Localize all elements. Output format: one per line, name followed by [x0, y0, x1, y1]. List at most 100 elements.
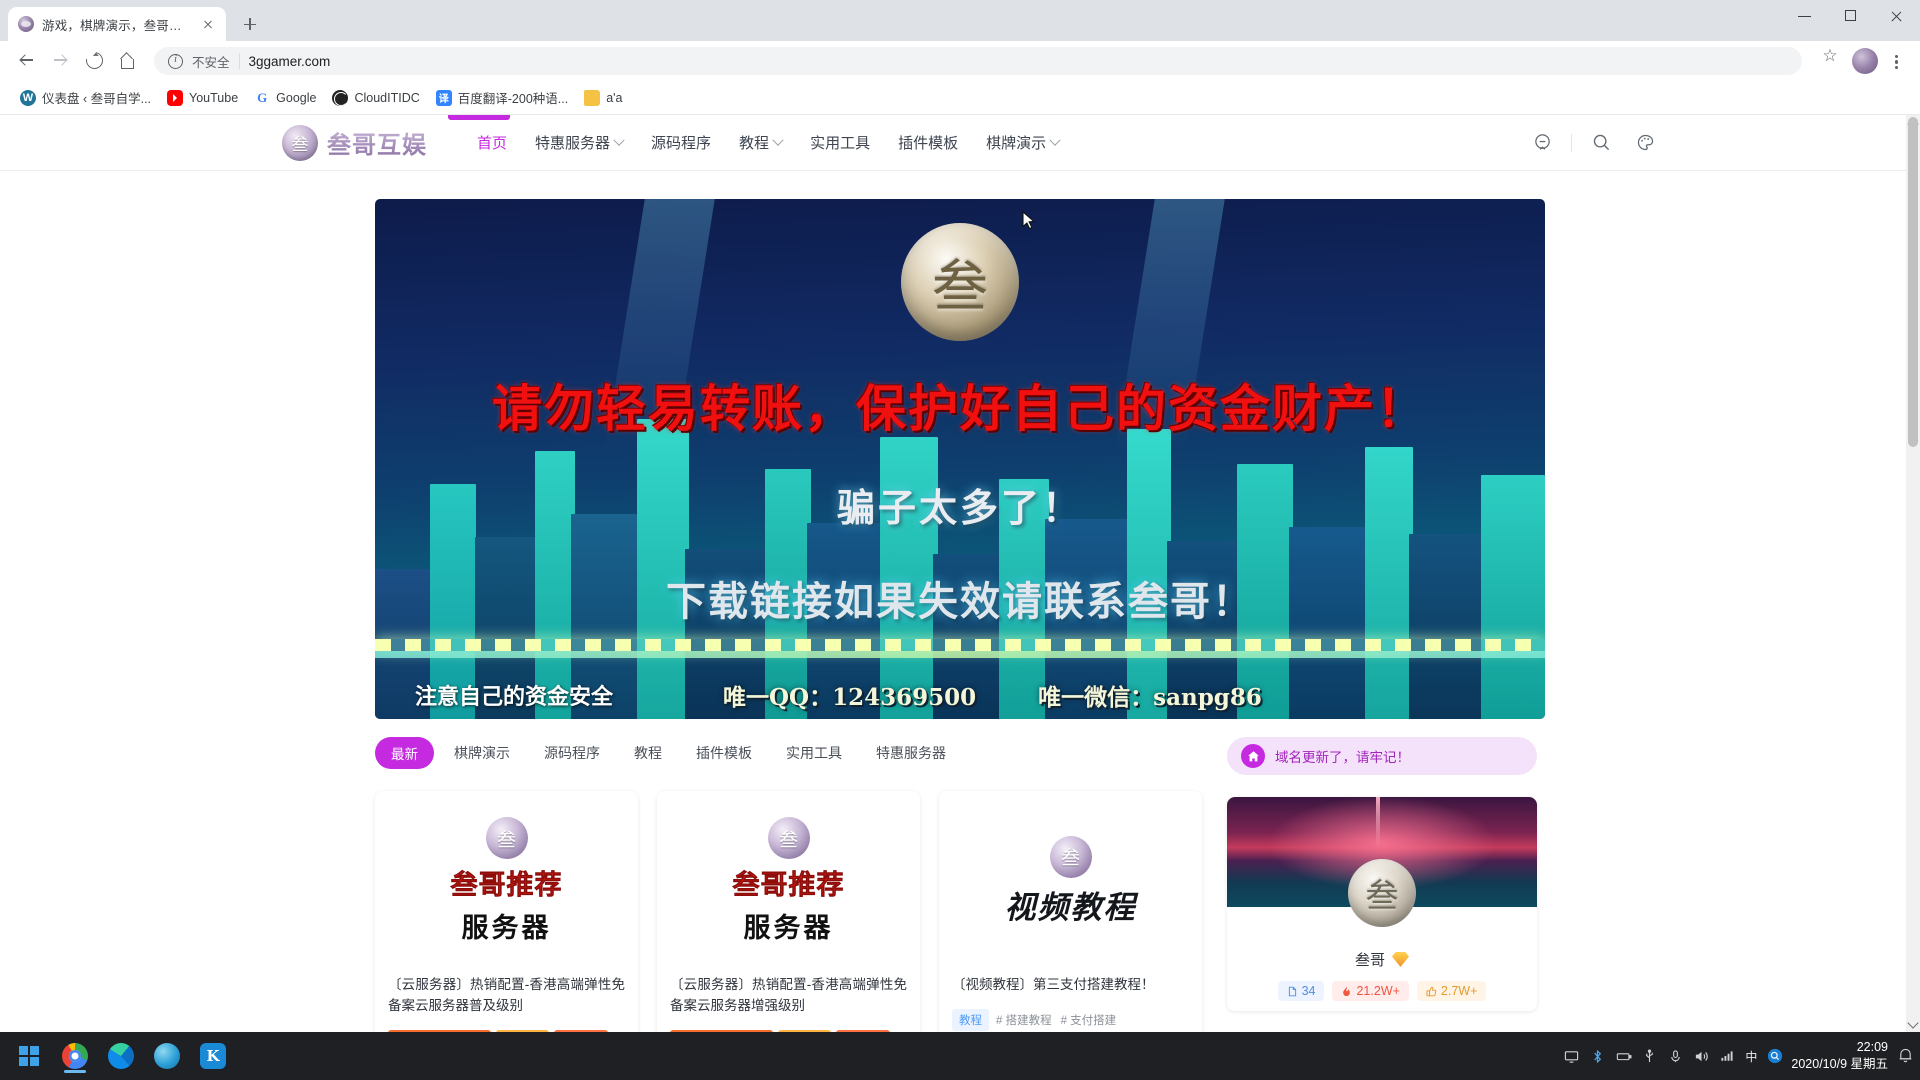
volume-icon[interactable]	[1693, 1048, 1710, 1065]
close-window-button[interactable]	[1874, 0, 1920, 32]
theme-palette-icon[interactable]	[1630, 128, 1660, 158]
battery-icon[interactable]	[1615, 1048, 1632, 1065]
nav-item-home[interactable]: 首页	[463, 124, 521, 161]
bookmark-label: a'a	[606, 90, 623, 105]
page-content: 叁 请勿轻易转账，保护好自己的资金财产！ 骗子太多了！ 下载链接如果失效请联系叁…	[0, 199, 1920, 1032]
bookmark-item[interactable]: CloudITIDC	[324, 86, 427, 110]
scroll-down-icon[interactable]	[1907, 1017, 1919, 1029]
profile-avatar[interactable]	[1852, 48, 1878, 74]
banner-footer-warning: 注意自己的资金安全	[415, 684, 614, 709]
nav-label: 棋牌演示	[986, 135, 1047, 152]
nav-item-source[interactable]: 源码程序	[637, 124, 725, 161]
card-thumb-line1: 叁哥推荐	[732, 870, 845, 902]
nav-label: 实用工具	[810, 135, 871, 152]
page-scrollbar[interactable]	[1906, 115, 1920, 1032]
card-title[interactable]: 〔云服务器〕热销配置-香港高端弹性免备案云服务器增强级别	[670, 975, 907, 1017]
edge-taskbar-icon[interactable]	[98, 1036, 144, 1076]
post-card[interactable]: 叁 叁哥推荐 服务器 〔云服务器〕热销配置-香港高端弹性免备案云服务器普及级别 …	[375, 791, 638, 1032]
bookmark-item[interactable]: G Google	[246, 86, 324, 110]
new-tab-button[interactable]	[236, 10, 264, 38]
stat-value: 2.7W+	[1440, 984, 1478, 998]
taskbar-clock[interactable]: 22:09 2020/10/9 星期五	[1791, 1039, 1898, 1073]
card-thumb-line2: 服务器	[461, 913, 552, 944]
filter-tab-latest[interactable]: 最新	[375, 737, 434, 769]
nav-item-plugins[interactable]: 插件模板	[884, 124, 972, 161]
app-blue-taskbar-icon[interactable]	[144, 1036, 190, 1076]
chevron-down-icon	[613, 134, 625, 146]
notice-banner[interactable]: 域名更新了，请牢记！	[1227, 737, 1537, 775]
close-icon[interactable]	[200, 16, 216, 32]
maximize-button[interactable]	[1828, 0, 1874, 32]
filter-tab-plugins[interactable]: 插件模板	[682, 737, 766, 769]
post-card[interactable]: 叁 视频教程 〔视频教程〕第三支付搭建教程！ 教程 # 搭建教程 # 支付搭建	[939, 791, 1202, 1032]
search-icon[interactable]	[1586, 128, 1616, 158]
usb-icon[interactable]	[1641, 1048, 1658, 1065]
message-icon[interactable]	[1527, 128, 1557, 158]
bluetooth-icon[interactable]	[1589, 1048, 1606, 1065]
stat-posts: 34	[1277, 981, 1325, 1001]
filter-tab-chess-demo[interactable]: 棋牌演示	[440, 737, 524, 769]
chrome-menu-button[interactable]	[1882, 47, 1910, 75]
scrollbar-thumb[interactable]	[1908, 117, 1918, 447]
back-button[interactable]	[10, 45, 42, 77]
tab-title: 游戏，棋牌演示，叁哥互娱	[42, 18, 192, 33]
tag-category[interactable]: 教程	[952, 1008, 989, 1031]
tag-hashtag[interactable]: # 搭建教程	[994, 1009, 1054, 1031]
search-round-icon[interactable]	[1766, 1048, 1783, 1065]
chevron-down-icon	[1049, 134, 1061, 146]
home-button[interactable]	[112, 45, 144, 77]
network-icon[interactable]	[1719, 1048, 1736, 1065]
filter-label: 最新	[391, 747, 418, 762]
filter-tab-servers[interactable]: 特惠服务器	[862, 737, 960, 769]
address-bar[interactable]: 不安全 3ggamer.com	[154, 47, 1802, 75]
reload-button[interactable]	[78, 45, 110, 77]
filter-tab-tutorials[interactable]: 教程	[620, 737, 676, 769]
bookmark-label: Google	[276, 90, 317, 105]
monitor-icon[interactable]	[1563, 1048, 1580, 1065]
nav-item-servers[interactable]: 特惠服务器	[521, 124, 637, 161]
forward-button[interactable]	[44, 45, 76, 77]
bookmark-item[interactable]: YouTube	[159, 86, 246, 110]
bookmark-star-icon[interactable]	[1816, 46, 1844, 75]
nav-label: 插件模板	[898, 135, 959, 152]
window-controls	[1782, 0, 1920, 41]
ime-cn-label[interactable]: 中	[1745, 1048, 1757, 1065]
notification-icon[interactable]	[1898, 1048, 1914, 1064]
site-logo[interactable]: 叁 叁哥互娱	[282, 124, 427, 161]
nav-item-tools[interactable]: 实用工具	[796, 124, 884, 161]
hero-banner[interactable]: 叁 请勿轻易转账，保护好自己的资金财产！ 骗子太多了！ 下载链接如果失效请联系叁…	[375, 199, 1545, 719]
k-app-taskbar-icon[interactable]: K	[190, 1036, 236, 1076]
nav-label: 特惠服务器	[535, 135, 611, 152]
main-column: 最新 棋牌演示 源码程序 教程 插件模板 实用工具 特惠服务器 叁 叁哥推荐 服…	[375, 737, 1203, 1032]
card-title[interactable]: 〔视频教程〕第三支付搭建教程！	[952, 975, 1189, 996]
url-text: 3ggamer.com	[248, 53, 331, 69]
nav-item-tutorials[interactable]: 教程	[725, 124, 796, 161]
bookmark-item[interactable]: 译 百度翻译-200种语...	[428, 84, 576, 111]
post-card[interactable]: 叁 叁哥推荐 服务器 〔云服务器〕热销配置-香港高端弹性免备案云服务器增强级别 …	[657, 791, 920, 1032]
google-icon: G	[254, 89, 271, 106]
banner-subtext: 骗子太多了！	[836, 488, 1083, 530]
microphone-icon[interactable]	[1667, 1048, 1684, 1065]
filter-tab-tools[interactable]: 实用工具	[772, 737, 856, 769]
browser-tab[interactable]: 游戏，棋牌演示，叁哥互娱	[8, 7, 226, 41]
minimize-button[interactable]	[1782, 0, 1828, 32]
filter-tab-source[interactable]: 源码程序	[530, 737, 614, 769]
card-body: 〔云服务器〕热销配置-香港高端弹性免备案云服务器普及级别 付费阅读 G币358 …	[375, 963, 638, 1032]
clock-date: 2020/10/9 星期五	[1791, 1057, 1888, 1071]
card-thumb-line2: 服务器	[743, 913, 834, 944]
bookmark-item[interactable]: W 仪表盘 ‹ 叁哥自学...	[12, 84, 159, 111]
card-emblem-icon: 叁	[767, 817, 810, 859]
windows-start-icon[interactable]	[6, 1036, 52, 1076]
bookmark-label: YouTube	[189, 90, 239, 105]
bookmark-label: 百度翻译-200种语...	[457, 92, 569, 106]
nav-item-chess-demo[interactable]: 棋牌演示	[972, 124, 1073, 161]
bookmark-item[interactable]: a'a	[576, 86, 630, 110]
notice-text: 域名更新了，请牢记！	[1275, 750, 1410, 765]
browser-toolbar: 不安全 3ggamer.com	[0, 41, 1920, 81]
filter-label: 教程	[634, 745, 662, 761]
card-title[interactable]: 〔云服务器〕热销配置-香港高端弹性免备案云服务器普及级别	[388, 975, 625, 1017]
nav-label: 源码程序	[651, 135, 712, 152]
tag-hashtag[interactable]: # 支付搭建	[1059, 1009, 1119, 1031]
info-icon[interactable]	[168, 53, 183, 69]
chrome-taskbar-icon[interactable]	[52, 1036, 98, 1076]
